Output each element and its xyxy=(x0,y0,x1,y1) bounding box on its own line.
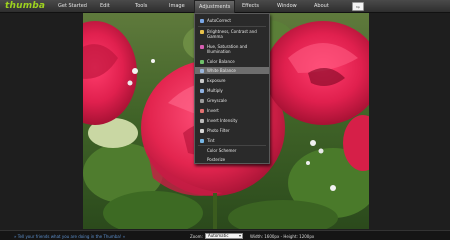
thumba-logo[interactable]: thumba xyxy=(5,1,45,11)
menu-edit[interactable]: Edit xyxy=(100,3,110,9)
menu-item-autocorrect[interactable]: AutoCorrect xyxy=(195,18,269,23)
menu-item-label: Greyscale xyxy=(207,98,227,103)
menu-item-brightness[interactable]: Brightness, Contrast and Gamma xyxy=(195,29,269,39)
menu-item-label: Brightness, Contrast and Gamma xyxy=(207,29,257,39)
menu-get-started[interactable]: Get Started xyxy=(58,3,87,9)
menu-tools[interactable]: Tools xyxy=(135,3,147,9)
menu-item-tint[interactable]: Tint xyxy=(195,138,269,143)
app-window: thumba Get Started Edit Tools Image Adju… xyxy=(0,0,450,240)
multiply-icon xyxy=(200,89,204,93)
menu-item-label: Color Schemer xyxy=(207,148,237,153)
menu-effects[interactable]: Effects xyxy=(242,3,259,9)
image-dimensions: Width: 1600px - Height: 1200px xyxy=(250,234,315,239)
photo-filter-icon xyxy=(200,129,204,133)
tint-icon xyxy=(200,139,204,143)
menu-item-color-balance[interactable]: Color Balance xyxy=(195,59,269,64)
menu-item-invert[interactable]: Invert xyxy=(195,108,269,113)
white-balance-icon xyxy=(200,69,204,73)
menu-item-greyscale[interactable]: Greyscale xyxy=(195,98,269,103)
menu-item-label: Hue, Saturation and Illumination xyxy=(207,44,248,54)
color-wheel-icon xyxy=(200,45,204,49)
menu-about[interactable]: About xyxy=(314,3,329,9)
tell-friends-link[interactable]: » Tell your friends what you are doing i… xyxy=(14,234,125,239)
magic-wand-icon xyxy=(200,19,204,23)
menu-bar: thumba Get Started Edit Tools Image Adju… xyxy=(0,0,450,13)
menu-item-label: Color Balance xyxy=(207,59,235,64)
menu-item-label: Exposure xyxy=(207,78,226,83)
invert-icon xyxy=(200,109,204,113)
chevron-down-icon: ▾ xyxy=(238,233,241,238)
menu-item-label: Tint xyxy=(207,138,215,143)
posterize-icon xyxy=(200,158,204,162)
menu-item-label: Photo Filter xyxy=(207,128,230,133)
menu-item-hue-saturation[interactable]: Hue, Saturation and Illumination xyxy=(195,44,269,54)
menu-item-label: AutoCorrect xyxy=(207,18,231,23)
zoom-value: Automatic xyxy=(208,233,229,238)
menu-item-label: Invert Intensity xyxy=(207,118,238,123)
menu-window[interactable]: Window xyxy=(277,3,297,9)
greyscale-icon xyxy=(200,99,204,103)
color-schemer-icon xyxy=(200,149,204,153)
menu-item-label: White Balance xyxy=(207,68,236,73)
menu-item-white-balance[interactable]: White Balance xyxy=(195,67,269,74)
zoom-select[interactable]: Automatic ▾ xyxy=(205,233,243,239)
menu-item-photo-filter[interactable]: Photo Filter xyxy=(195,128,269,133)
menu-item-label: Invert xyxy=(207,108,219,113)
menu-item-label: Posterize xyxy=(207,157,226,162)
menu-item-multiply[interactable]: Multiply xyxy=(195,88,269,93)
menu-item-exposure[interactable]: Exposure xyxy=(195,78,269,83)
menu-separator xyxy=(198,145,266,146)
menu-separator xyxy=(198,26,266,27)
adjustments-dropdown: AutoCorrect Brightness, Contrast and Gam… xyxy=(194,13,270,164)
menu-item-posterize[interactable]: Posterize xyxy=(195,157,269,162)
hp-badge[interactable]: hp xyxy=(352,2,364,11)
menu-adjustments[interactable]: Adjustments xyxy=(194,0,236,13)
menu-image[interactable]: Image xyxy=(169,3,185,9)
menu-item-label: Multiply xyxy=(207,88,223,93)
zoom-label: Zoom: xyxy=(190,234,203,239)
menu-item-color-schemer[interactable]: Color Schemer xyxy=(195,148,269,153)
sun-icon xyxy=(200,30,204,34)
balance-icon xyxy=(200,60,204,64)
exposure-icon xyxy=(200,79,204,83)
menu-item-invert-intensity[interactable]: Invert Intensity xyxy=(195,118,269,123)
status-bar: » Tell your friends what you are doing i… xyxy=(0,230,450,240)
invert-intensity-icon xyxy=(200,119,204,123)
